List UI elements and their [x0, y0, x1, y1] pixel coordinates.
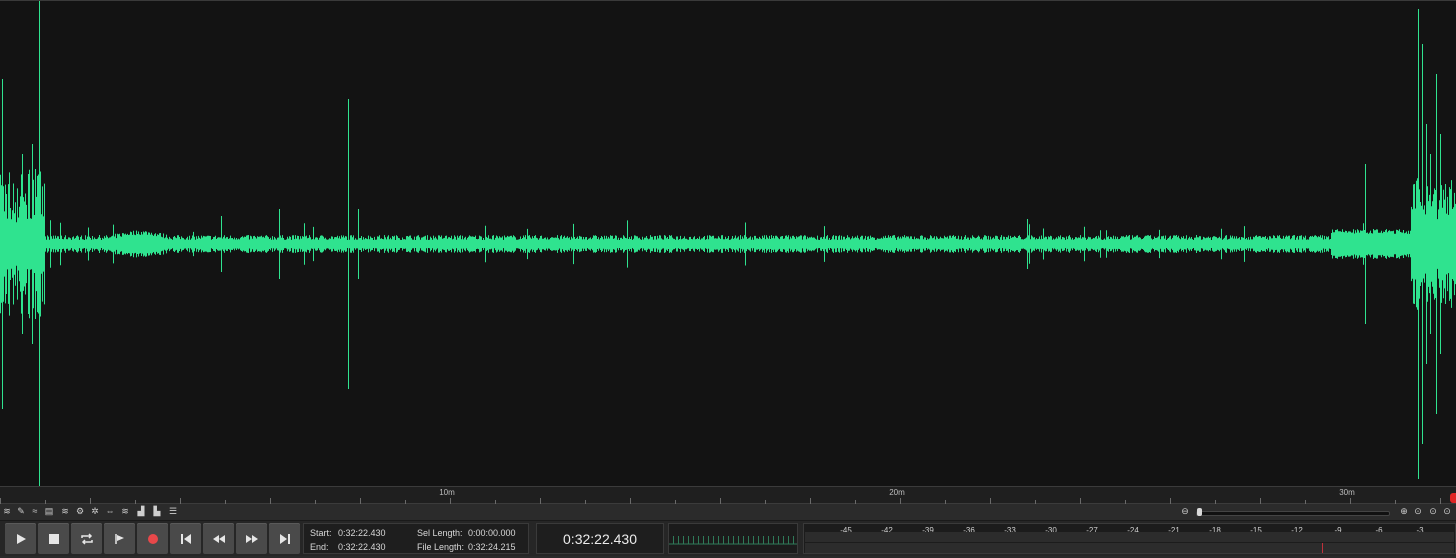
- skip-start-button[interactable]: [170, 523, 201, 554]
- record-button[interactable]: [137, 523, 168, 554]
- timeline-ruler[interactable]: 10m 20m 30m: [0, 486, 1456, 504]
- zoom-out-icon[interactable]: ⊖: [1180, 506, 1190, 517]
- end-label: End:: [310, 542, 329, 552]
- end-value[interactable]: 0:32:22.430: [338, 542, 386, 552]
- meter-channel-right: [805, 543, 1454, 553]
- bars-icon[interactable]: ▙: [152, 506, 162, 517]
- list-icon[interactable]: ☰: [168, 506, 178, 517]
- spectrum-icon[interactable]: ≋: [60, 506, 70, 517]
- start-label: Start:: [310, 528, 332, 538]
- stop-button[interactable]: [38, 523, 69, 554]
- fast-forward-icon: [245, 534, 258, 543]
- ruler-label-30m: 30m: [1339, 488, 1355, 497]
- meter-channel-left: [805, 532, 1454, 542]
- loop-icon: [80, 532, 93, 545]
- zoom-fit-icon[interactable]: ⊙: [1428, 506, 1438, 517]
- zoom-in-icon[interactable]: ⊕: [1399, 506, 1409, 517]
- playhead-marker[interactable]: [1450, 493, 1456, 503]
- zoom-selection-icon[interactable]: ⊙: [1413, 506, 1423, 517]
- zoom-full-icon[interactable]: ⊙: [1442, 506, 1452, 517]
- mini-waveform-path: [669, 536, 797, 545]
- rewind-icon: [212, 534, 225, 543]
- ruler-label-20m: 20m: [889, 488, 905, 497]
- ruler-label-10m: 10m: [439, 488, 455, 497]
- selection-info-panel: Start: 0:32:22.430 End: 0:32:22.430 Sel …: [303, 523, 529, 554]
- waveform-select-icon[interactable]: ≈: [30, 506, 40, 517]
- spectral-icon[interactable]: ▤: [44, 506, 54, 517]
- mini-waveform-graphic: [669, 536, 797, 545]
- skip-end-button[interactable]: [269, 523, 300, 554]
- skip-forward-icon: [279, 533, 290, 544]
- skip-back-icon: [180, 533, 191, 544]
- file-length-value: 0:32:24.215: [468, 542, 516, 552]
- file-length-label: File Length:: [417, 542, 465, 552]
- fast-forward-button[interactable]: [236, 523, 267, 554]
- start-value[interactable]: 0:32:22.430: [338, 528, 386, 538]
- play-button[interactable]: [5, 523, 36, 554]
- mini-waveform-overview[interactable]: [668, 523, 798, 554]
- peak-marker: [1322, 543, 1323, 553]
- level-meter: -45 -42 -39 -36 -33 -30 -27 -24 -21 -18 -15 -12 -9 -6…: [803, 523, 1456, 554]
- rewind-button[interactable]: [203, 523, 234, 554]
- spectral-brush-icon[interactable]: ✲: [90, 506, 100, 517]
- waveform-view-icon[interactable]: ≋: [2, 506, 12, 517]
- waveform-view[interactable]: [0, 0, 1456, 487]
- transport-bar: Start: 0:32:22.430 End: 0:32:22.430 Sel …: [0, 521, 1456, 556]
- loop-button[interactable]: [71, 523, 102, 554]
- ruler-ticks: [0, 498, 1441, 504]
- split-icon[interactable]: ⇔: [105, 506, 115, 517]
- play-icon: [16, 533, 26, 544]
- flag-icon: [114, 533, 124, 544]
- view-toolbar: ≋ ✎ ≈ ▤ ≋ ⚙ ✲ ⇔ ≋ ▟ ▙ ☰ ⊖ ⊕ ⊙ ⊙ ⊙: [0, 504, 1456, 521]
- zoom-slider-handle[interactable]: [1197, 508, 1202, 516]
- waveform-alt-icon[interactable]: ≋: [120, 506, 130, 517]
- sel-length-label: Sel Length:: [417, 528, 463, 538]
- waveform-path: [0, 1, 1456, 487]
- sel-length-value[interactable]: 0:00:00.000: [468, 528, 516, 538]
- cue-button[interactable]: [104, 523, 135, 554]
- pencil-icon[interactable]: ✎: [16, 506, 26, 517]
- current-time-display: 0:32:22.430: [536, 523, 664, 554]
- bar-graph-icon[interactable]: ▟: [136, 506, 146, 517]
- gear-link-icon[interactable]: ⚙: [75, 506, 85, 517]
- waveform-graphic[interactable]: [0, 1, 1456, 487]
- record-icon: [147, 533, 158, 544]
- zoom-slider[interactable]: [1196, 511, 1390, 516]
- stop-icon: [48, 533, 59, 544]
